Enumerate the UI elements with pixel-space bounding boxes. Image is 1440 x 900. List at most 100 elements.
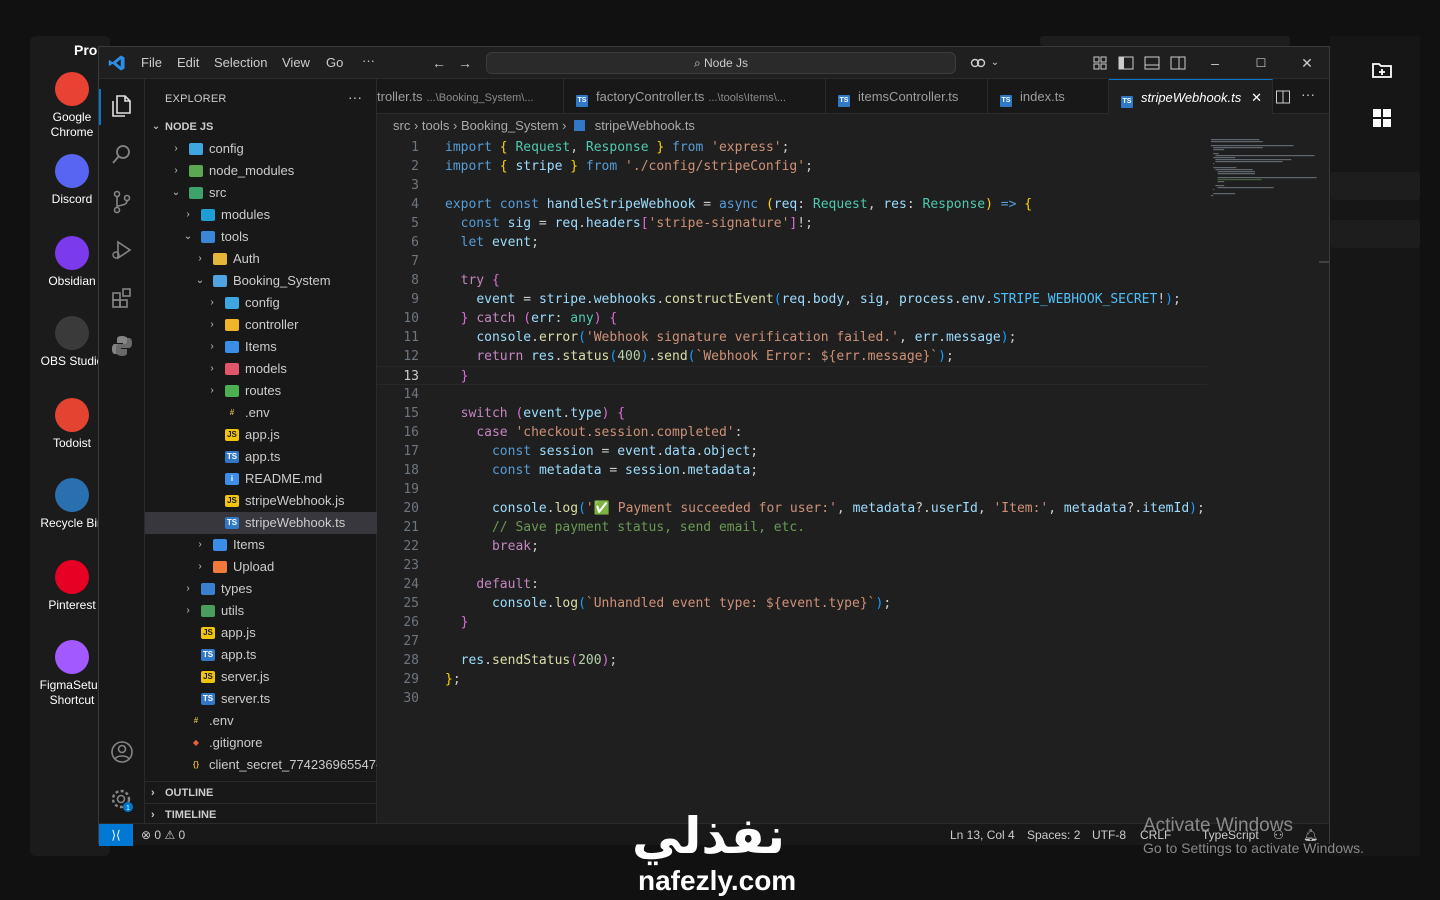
tree-item[interactable]: › config	[145, 138, 377, 160]
tree-item[interactable]: › controller	[145, 314, 377, 336]
tree-item[interactable]: # .env	[145, 710, 377, 732]
tree-item[interactable]: ◆ .gitignore	[145, 732, 377, 754]
code-line[interactable]: 16 case 'checkout.session.completed':	[377, 423, 1207, 442]
tree-item[interactable]: › routes	[145, 380, 377, 402]
tree-item[interactable]: JS app.js	[145, 424, 377, 446]
editor-more-actions[interactable]: ···	[1301, 86, 1315, 102]
tree-item[interactable]: ⌄ src	[145, 182, 377, 204]
outline-section[interactable]: › OUTLINE	[145, 781, 377, 803]
tree-item[interactable]: JS server.js	[145, 666, 377, 688]
tree-item[interactable]: TS stripeWebhook.ts	[145, 512, 377, 534]
maximize-icon[interactable]: ☐	[1252, 54, 1270, 72]
code-line[interactable]: 22 break;	[377, 537, 1207, 556]
chevron-down-icon[interactable]: ⌄	[986, 54, 1004, 72]
explorer-more-actions[interactable]: ···	[348, 89, 362, 105]
account-icon[interactable]	[109, 739, 135, 765]
code-line[interactable]: 21 // Save payment status, send email, e…	[377, 518, 1207, 537]
editor-tab[interactable]: TS index.ts	[988, 79, 1109, 114]
editor-tab[interactable]: troller.ts ...\Booking_System\...	[377, 79, 564, 114]
problems-status[interactable]: ⊗ 0 ⚠ 0	[141, 824, 185, 846]
back-arrow-icon[interactable]: ←	[430, 54, 448, 72]
code-line[interactable]: 8 try {	[377, 271, 1207, 290]
code-line[interactable]: 11 console.error('Webhook signature veri…	[377, 328, 1207, 347]
breadcrumb-tools[interactable]: tools	[422, 118, 449, 133]
menu-go[interactable]: Go	[326, 55, 343, 70]
menu-more[interactable]: ···	[362, 53, 375, 68]
code-line[interactable]: 17 const session = event.data.object;	[377, 442, 1207, 461]
tree-item[interactable]: i README.md	[145, 468, 377, 490]
settings-gear-icon[interactable]: 1	[109, 787, 135, 813]
tree-item[interactable]: TS app.ts	[145, 644, 377, 666]
tree-item[interactable]: › models	[145, 358, 377, 380]
code-line[interactable]: 18 const metadata = session.metadata;	[377, 461, 1207, 480]
tree-item[interactable]: TS server.ts	[145, 688, 377, 710]
python-icon[interactable]	[109, 333, 135, 359]
tree-item[interactable]: # .env	[145, 402, 377, 424]
run-debug-icon[interactable]	[109, 237, 135, 263]
menu-file[interactable]: File	[141, 55, 162, 70]
minimize-icon[interactable]: –	[1206, 54, 1224, 72]
code-line[interactable]: 24 default:	[377, 575, 1207, 594]
tree-item[interactable]: JS stripeWebhook.js	[145, 490, 377, 512]
tree-item[interactable]: › Upload	[145, 556, 377, 578]
tree-item[interactable]: › config	[145, 292, 377, 314]
code-line[interactable]: 20 console.log('✅ Payment succeeded for …	[377, 499, 1207, 518]
code-line[interactable]: 15 switch (event.type) {	[377, 404, 1207, 423]
tree-item[interactable]: › Auth	[145, 248, 377, 270]
code-line[interactable]: 13 }	[377, 366, 1207, 385]
breadcrumb-src[interactable]: src	[393, 118, 410, 133]
apps-grid-icon[interactable]	[1370, 106, 1394, 130]
encoding-status[interactable]: UTF-8	[1092, 824, 1126, 846]
code-line[interactable]: 3	[377, 176, 1207, 195]
close-tab-icon[interactable]: ✕	[1251, 80, 1262, 114]
code-line[interactable]: 19	[377, 480, 1207, 499]
extensions-icon[interactable]	[109, 285, 135, 311]
code-line[interactable]: 9 event = stripe.webhooks.constructEvent…	[377, 290, 1207, 309]
tree-item[interactable]: › Items	[145, 336, 377, 358]
code-line[interactable]: 4 export const handleStripeWebhook = asyn…	[377, 195, 1207, 214]
menu-view[interactable]: View	[282, 55, 310, 70]
tree-item[interactable]: JS app.js	[145, 622, 377, 644]
tree-item[interactable]: › Items	[145, 534, 377, 556]
tree-item[interactable]: TS app.ts	[145, 446, 377, 468]
code-line[interactable]: 7	[377, 252, 1207, 271]
code-line[interactable]: 5 const sig = req.headers['stripe-signat…	[377, 214, 1207, 233]
tree-item[interactable]: › modules	[145, 204, 377, 226]
indentation-status[interactable]: Spaces: 2	[1027, 824, 1080, 846]
code-line[interactable]: 14	[377, 385, 1207, 404]
code-line[interactable]: 27	[377, 632, 1207, 651]
remote-indicator-icon[interactable]: ⟩⟨	[99, 824, 133, 846]
breadcrumb-file[interactable]: stripeWebhook.ts	[595, 118, 695, 133]
source-control-icon[interactable]	[109, 189, 135, 215]
command-center-search[interactable]: ⌕ Node Js	[486, 52, 956, 74]
toggle-primary-sidebar-icon[interactable]	[1117, 54, 1135, 72]
minimap[interactable]	[1209, 137, 1319, 823]
search-icon[interactable]	[109, 141, 135, 167]
tree-item[interactable]: ⌄ tools	[145, 226, 377, 248]
customize-layout-icon[interactable]	[1091, 54, 1109, 72]
scrollbar-thumb[interactable]	[1319, 261, 1329, 263]
menu-edit[interactable]: Edit	[177, 55, 199, 70]
breadcrumb-booking-system[interactable]: Booking_System	[461, 118, 559, 133]
split-editor-icon[interactable]	[1275, 89, 1291, 105]
code-line[interactable]: 10 } catch (err: any) {	[377, 309, 1207, 328]
timeline-section[interactable]: › TIMELINE	[145, 803, 377, 825]
editor-tab[interactable]: TS stripeWebhook.ts ✕	[1109, 79, 1273, 114]
forward-arrow-icon[interactable]: →	[456, 54, 474, 72]
code-line[interactable]: 29};	[377, 670, 1207, 689]
tree-item[interactable]: › utils	[145, 600, 377, 622]
code-editor[interactable]: 1 import { Request, Response } from 'expr…	[377, 137, 1207, 823]
tree-item[interactable]: › types	[145, 578, 377, 600]
code-line[interactable]: 6 let event;	[377, 233, 1207, 252]
workspace-root[interactable]: ⌄ NODE JS	[145, 116, 377, 138]
copilot-icon[interactable]	[969, 54, 987, 72]
toggle-secondary-sidebar-icon[interactable]	[1169, 54, 1187, 72]
code-line[interactable]: 28 res.sendStatus(200);	[377, 651, 1207, 670]
cursor-position[interactable]: Ln 13, Col 4	[950, 824, 1015, 846]
menu-selection[interactable]: Selection	[214, 55, 267, 70]
editor-tab[interactable]: TS itemsController.ts	[826, 79, 988, 114]
code-line[interactable]: 25 console.log(`Unhandled event type: ${…	[377, 594, 1207, 613]
close-window-icon[interactable]: ✕	[1298, 54, 1316, 72]
code-line[interactable]: 26 }	[377, 613, 1207, 632]
code-line[interactable]: 30	[377, 689, 1207, 708]
